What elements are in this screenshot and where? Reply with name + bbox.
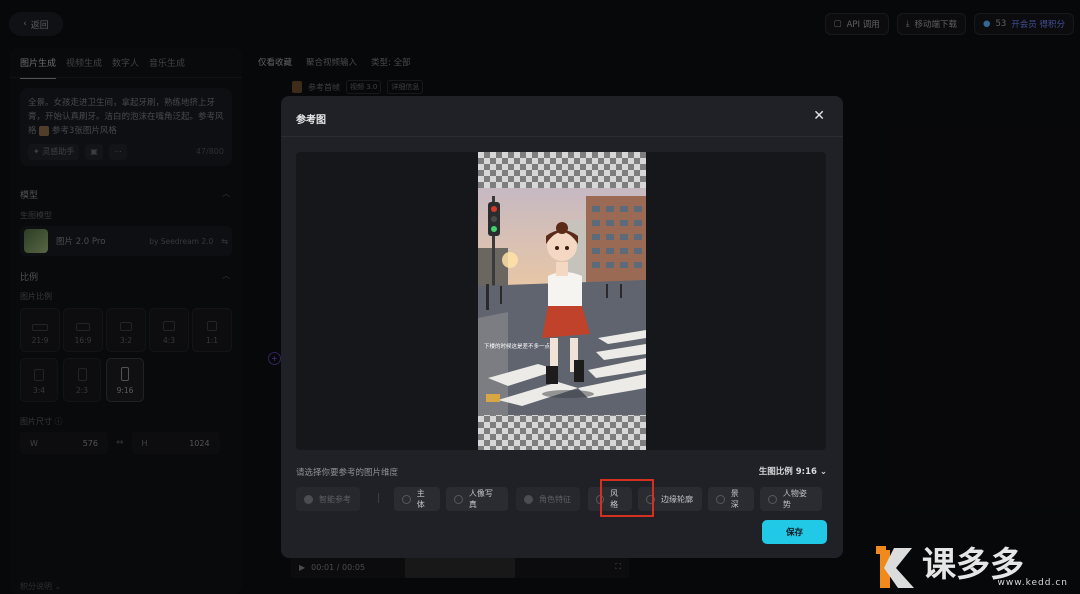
option-subject[interactable]: 主体 — [394, 487, 440, 511]
ratio-dropdown-label: 生图比例 9:16 — [758, 467, 817, 477]
divider — [281, 136, 843, 137]
close-icon[interactable]: ✕ — [813, 108, 825, 124]
reference-image-dialog: 参考图 ✕ 下楼的时候这是差不多一点 请选择你要参考的图片维度 生图比例 9:1… — [281, 96, 843, 558]
option-label: 角色特征 — [539, 494, 571, 504]
option-character: 角色特征 — [516, 487, 580, 511]
option-label: 人像写真 — [468, 489, 493, 509]
brand-watermark: 课多多 www.kedd.cn — [876, 532, 1076, 592]
reference-image-illustration — [478, 188, 646, 415]
dialog-title: 参考图 — [296, 115, 326, 126]
option-pose[interactable]: 人物姿势 — [760, 487, 822, 511]
image-preview: 下楼的时候这是差不多一点 — [296, 152, 826, 450]
divider — [378, 493, 379, 503]
option-portrait[interactable]: 人像写真 — [446, 487, 508, 511]
option-depth[interactable]: 景深 — [708, 487, 754, 511]
radio-icon — [716, 494, 725, 504]
dimension-options: 智能参考 主体 人像写真 角色特征 风格 边缘轮廓 景深 人物姿势 — [296, 479, 836, 517]
watermark-url: www.kedd.cn — [997, 578, 1068, 588]
save-button[interactable]: 保存 — [762, 520, 827, 544]
option-label: 主体 — [416, 489, 425, 509]
image-caption-text: 下楼的时候这是差不多一点 — [484, 344, 551, 350]
option-label: 边缘轮廓 — [661, 494, 693, 504]
radio-icon — [524, 494, 533, 504]
radio-icon — [768, 494, 777, 504]
highlight-annotation — [600, 479, 654, 517]
radio-icon — [402, 494, 411, 504]
option-label: 景深 — [730, 489, 739, 509]
dimension-prompt: 请选择你要参考的图片维度 — [296, 468, 399, 478]
radio-icon — [304, 494, 313, 504]
option-label: 人物姿势 — [782, 489, 807, 509]
option-smart-reference: 智能参考 — [296, 487, 360, 511]
radio-icon — [454, 494, 463, 504]
option-label: 智能参考 — [319, 494, 351, 504]
ratio-dropdown[interactable]: 生图比例 9:16 ⌄ — [759, 465, 827, 477]
reference-image: 下楼的时候这是差不多一点 — [478, 188, 646, 415]
